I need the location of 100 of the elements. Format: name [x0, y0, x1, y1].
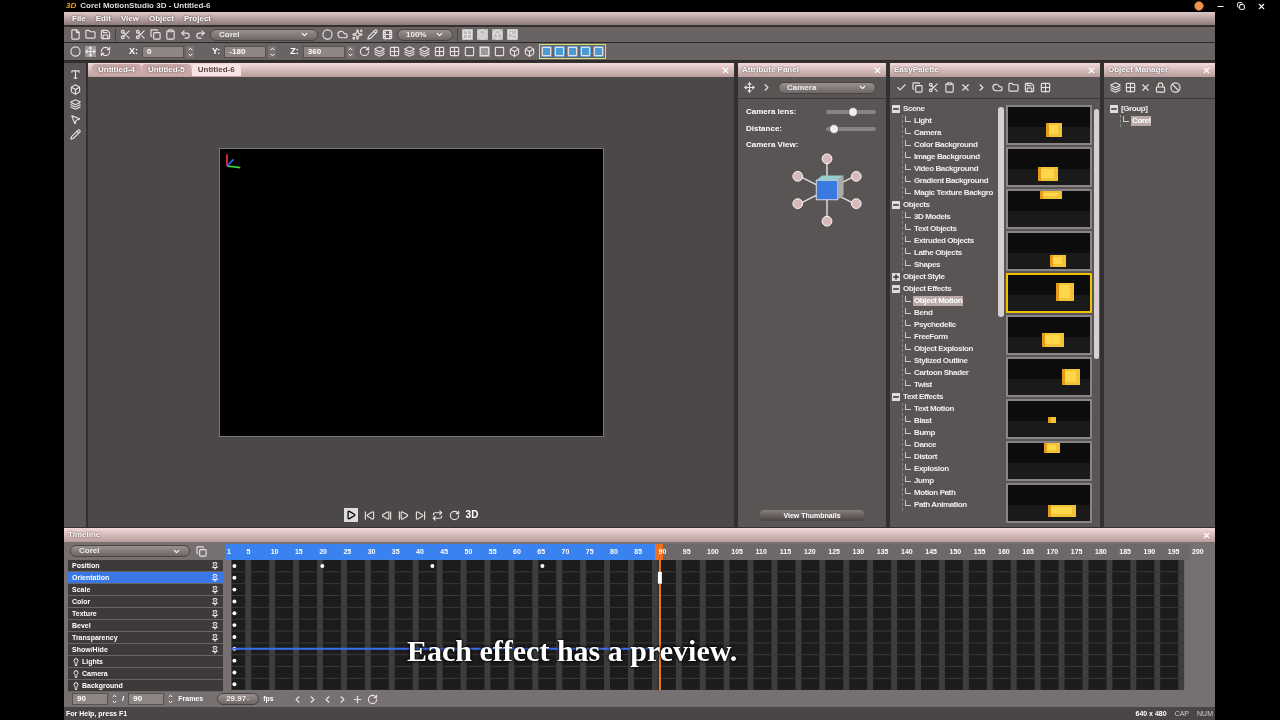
document-tab[interactable]: Untitled-6 [191, 64, 241, 76]
dropdown[interactable]: Corel [210, 28, 318, 41]
view-icon[interactable] [566, 46, 578, 57]
step-forward-icon[interactable] [397, 509, 409, 521]
step-back-icon[interactable] [380, 509, 392, 521]
tree-item[interactable]: Light [913, 116, 933, 126]
copy-icon[interactable] [196, 545, 207, 557]
pin-icon[interactable] [211, 645, 219, 654]
dropdown[interactable]: Corel [70, 545, 190, 557]
check-icon[interactable] [896, 82, 907, 93]
scrollbar[interactable] [1094, 109, 1099, 359]
view-icon[interactable] [540, 46, 552, 57]
shapes-icon[interactable] [508, 46, 520, 57]
pin-icon[interactable] [211, 633, 219, 642]
tree-item[interactable]: Gradient Background [913, 176, 990, 186]
view-icon[interactable] [579, 46, 591, 57]
view-icon[interactable] [553, 46, 565, 57]
number-field[interactable]: 360 [302, 45, 345, 58]
tree-item[interactable]: 3D Models [913, 212, 952, 222]
cloud-icon[interactable] [337, 29, 348, 40]
spinner[interactable] [346, 45, 355, 58]
cloud-icon[interactable] [992, 82, 1003, 93]
text-icon[interactable] [69, 69, 81, 80]
scissors-icon[interactable] [928, 82, 939, 93]
pin-icon[interactable] [211, 597, 219, 606]
slider-track[interactable] [826, 107, 876, 117]
pin-icon[interactable] [211, 561, 219, 570]
loop-icon[interactable] [448, 509, 460, 521]
skip-back-icon[interactable] [363, 509, 375, 521]
collapse-icon[interactable] [1110, 105, 1118, 113]
tree-item[interactable]: Explosion [913, 464, 950, 474]
pin-icon[interactable] [211, 609, 219, 618]
number-field[interactable]: 90 [128, 693, 165, 705]
redo-icon[interactable] [195, 29, 206, 40]
3d-mode-button[interactable]: 3D [465, 510, 479, 520]
spinner[interactable] [166, 693, 175, 705]
view-icon[interactable] [592, 46, 604, 57]
close-icon[interactable] [1257, 1, 1266, 11]
tree-item[interactable]: Dance [913, 440, 937, 450]
slider-thumb[interactable] [829, 124, 840, 134]
tree-item[interactable]: Blast [913, 416, 933, 426]
tree-item[interactable]: Text Effects [902, 392, 944, 402]
swap-icon[interactable] [431, 509, 443, 521]
slider-thumb[interactable] [848, 107, 858, 117]
rotate-icon[interactable] [100, 46, 111, 57]
tree-item[interactable]: Objects [902, 200, 931, 210]
shape-icon[interactable] [69, 84, 81, 95]
sparkle-icon[interactable] [352, 29, 363, 40]
tree-item[interactable]: Video Background [913, 164, 980, 174]
square-icon[interactable] [463, 46, 475, 57]
tree-item[interactable]: Object Style [902, 272, 946, 282]
tree-item[interactable]: FreeForm [913, 332, 949, 342]
undo-icon[interactable] [180, 29, 191, 40]
spinner[interactable] [110, 693, 118, 705]
number-field[interactable]: -180 [224, 45, 267, 58]
tree-item[interactable]: Scene [902, 104, 926, 114]
lock-icon[interactable] [1155, 82, 1166, 93]
tree-item[interactable]: [Group] [1120, 104, 1149, 114]
tree-item[interactable]: Text Motion [913, 404, 955, 414]
tree-item[interactable]: Object Effects [902, 284, 953, 294]
tree-item[interactable]: Cartoon Shader [913, 368, 970, 378]
collapse-icon[interactable] [892, 201, 900, 209]
collapse-icon[interactable] [892, 393, 900, 401]
cursor-icon[interactable] [69, 114, 81, 125]
spinner[interactable] [268, 45, 277, 58]
dropdown[interactable]: 29.97 [217, 693, 260, 705]
tree-item[interactable]: Path Animation [913, 500, 968, 510]
copy-icon[interactable] [912, 82, 923, 93]
copy-icon[interactable] [150, 29, 161, 40]
skip-forward-icon[interactable] [414, 509, 426, 521]
cut-icon[interactable] [120, 29, 131, 40]
tree-item[interactable]: Twist [913, 380, 933, 390]
shapes-icon[interactable] [523, 46, 535, 57]
tree-item[interactable]: Psychedelic [913, 320, 957, 330]
tree-item[interactable]: Magic Texture Backgro [913, 188, 995, 198]
expand-icon[interactable] [892, 273, 900, 281]
collapse-icon[interactable] [892, 105, 900, 113]
tree-item[interactable]: Bend [913, 308, 934, 318]
collapse-icon[interactable] [892, 285, 900, 293]
slider-track[interactable] [826, 124, 876, 134]
rotate-icon[interactable] [358, 46, 370, 57]
tree-item[interactable]: Object Explosion [913, 344, 974, 354]
new-file-icon[interactable] [70, 29, 81, 40]
clipboard-icon[interactable] [944, 82, 955, 93]
sphere-icon[interactable] [70, 46, 81, 57]
tree-item[interactable]: Bump [913, 428, 937, 438]
tree-item[interactable]: Stylized Outline [913, 356, 969, 366]
scrollbar[interactable] [998, 107, 1004, 317]
folder-icon[interactable] [85, 29, 96, 40]
tree-item[interactable]: Extruded Objects [913, 236, 975, 246]
spinner[interactable] [186, 45, 194, 58]
dropdown[interactable]: 100% [397, 28, 453, 41]
delete-icon[interactable] [960, 82, 971, 93]
tree-item[interactable]: Image Background [913, 152, 981, 162]
number-field[interactable]: 0 [142, 45, 184, 58]
tree-item[interactable]: Color Background [913, 140, 979, 150]
square-icon[interactable] [493, 46, 505, 57]
tree-item[interactable]: Motion Path [913, 488, 957, 498]
grid-icon[interactable] [1040, 82, 1051, 93]
tree-item[interactable]: Distort [913, 452, 938, 462]
